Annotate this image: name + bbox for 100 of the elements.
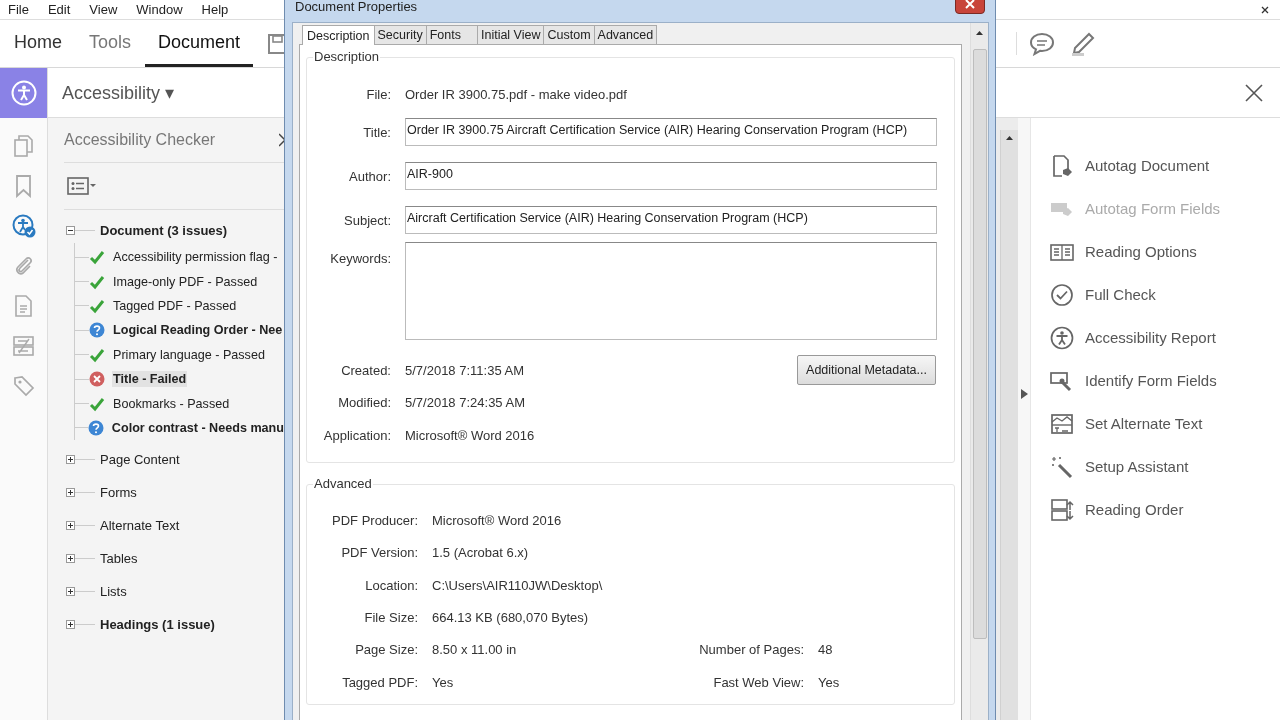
- metadata-button[interactable]: Additional Metadata...: [797, 355, 936, 386]
- menu-item[interactable]: Window: [136, 2, 183, 17]
- reading-order-icon: [1050, 497, 1074, 522]
- scrollbar[interactable]: [1000, 130, 1018, 720]
- pen-icon[interactable]: [1069, 31, 1095, 56]
- tool-item[interactable]: Autotag Document: [1031, 144, 1280, 187]
- tree-item[interactable]: Title - Failed: [112, 371, 188, 388]
- tree-item[interactable]: Bookmarks - Passed: [112, 395, 231, 412]
- scrollbar[interactable]: [970, 23, 988, 720]
- expand-icon[interactable]: [66, 488, 75, 498]
- field-label: Fast Web View:: [712, 674, 804, 690]
- tool-item[interactable]: Accessibility Report: [1031, 316, 1280, 359]
- field-label: File:: [365, 86, 391, 102]
- tool-item[interactable]: Set Alternate Text: [1031, 402, 1280, 445]
- expand-icon[interactable]: [66, 521, 75, 531]
- dialog-tab[interactable]: Custom: [543, 25, 595, 44]
- question-icon: [87, 419, 104, 436]
- field-label: Modified:: [337, 395, 391, 411]
- tool-item[interactable]: Setup Assistant: [1031, 445, 1280, 488]
- group-title: Description: [313, 49, 381, 64]
- field-value: 8.50 x 11.00 in: [432, 642, 518, 658]
- expand-icon[interactable]: [66, 620, 75, 630]
- text-field[interactable]: Aircraft Certification Service (AIR) Hearing Conservation Program (HCP): [405, 206, 937, 234]
- field-label: PDF Producer:: [331, 513, 418, 529]
- tree-item[interactable]: Tagged PDF - Passed: [112, 297, 238, 314]
- check-icon: [89, 273, 105, 290]
- dialog-tab[interactable]: Fonts: [425, 25, 478, 44]
- tool-item[interactable]: Identify Form Fields: [1031, 359, 1280, 402]
- dialog-tab[interactable]: Description: [302, 25, 375, 45]
- check-icon: [89, 346, 105, 363]
- field-label: Tagged PDF:: [341, 674, 418, 690]
- field-label: Application:: [322, 427, 391, 443]
- tool-item[interactable]: Full Check: [1031, 273, 1280, 316]
- tree-item[interactable]: Accessibility permission flag -: [112, 249, 279, 266]
- field-value: 5/7/2018 7:24:35 AM: [405, 395, 526, 411]
- check-icon: [89, 395, 105, 412]
- check-circle-icon: [1050, 282, 1074, 307]
- panel-title[interactable]: Accessibility ▾: [62, 81, 175, 104]
- expand-icon[interactable]: [66, 455, 75, 465]
- error-icon: [89, 371, 105, 388]
- menu-item[interactable]: Help: [201, 2, 229, 17]
- text-field[interactable]: AIR-900: [405, 162, 937, 190]
- field-label: Location:: [364, 577, 418, 593]
- expand-icon[interactable]: [66, 587, 75, 597]
- tree-item[interactable]: Document (3 issues): [100, 222, 228, 238]
- image-text-icon: [1050, 411, 1074, 436]
- dialog-tab[interactable]: Security: [373, 25, 427, 44]
- tree-item[interactable]: Color contrast - Needs manu: [110, 419, 285, 436]
- field-value: 48: [818, 642, 834, 658]
- tree-item[interactable]: Primary language - Passed: [112, 346, 266, 363]
- tree-item[interactable]: Forms: [100, 485, 137, 501]
- field-value: 5/7/2018 7:11:35 AM: [405, 362, 526, 378]
- close-icon[interactable]: [1260, 4, 1270, 15]
- collapse-icon[interactable]: [66, 225, 75, 235]
- nav-tab[interactable]: Tools: [76, 20, 145, 67]
- field-value: Order IR 3900.75.pdf - make video.pdf: [405, 86, 628, 102]
- tool-item[interactable]: Reading Order: [1031, 488, 1280, 531]
- expand-icon[interactable]: [66, 554, 75, 564]
- scroll-up-icon[interactable]: [1006, 136, 1013, 140]
- accessibility-icon: [1050, 325, 1074, 350]
- tool-item[interactable]: Reading Options: [1031, 230, 1280, 273]
- tree-item[interactable]: Image-only PDF - Passed: [112, 273, 259, 290]
- tree-item[interactable]: Logical Reading Order - Nee: [112, 322, 284, 339]
- field-label: Subject:: [343, 212, 391, 228]
- menu-item[interactable]: Edit: [47, 2, 71, 17]
- dialog-tab[interactable]: Advanced: [593, 25, 658, 44]
- accessibility-icon[interactable]: [10, 80, 37, 106]
- field-value: 664.13 KB (680,070 Bytes): [432, 610, 590, 626]
- field-label: Title:: [362, 124, 391, 140]
- magic-wand-icon: [1050, 454, 1074, 479]
- options-icon[interactable]: [67, 176, 97, 196]
- close-icon: [965, 0, 975, 9]
- field-label: Author:: [348, 168, 391, 184]
- field-label: PDF Version:: [340, 545, 418, 561]
- field-value: Yes: [818, 674, 841, 690]
- tree-item[interactable]: Page Content: [100, 452, 180, 468]
- document-tag-icon: [1050, 153, 1074, 178]
- field-label: File Size:: [363, 610, 418, 626]
- field-value: C:\Users\AIR110JW\Desktop\: [432, 577, 604, 593]
- menu-item[interactable]: View: [89, 2, 118, 17]
- tree-item[interactable]: Lists: [100, 584, 127, 600]
- comment-icon[interactable]: [1029, 31, 1055, 56]
- dialog-tab[interactable]: Initial View: [476, 25, 545, 44]
- close-icon[interactable]: [1244, 82, 1264, 103]
- panel-heading: Accessibility Checker: [64, 131, 217, 149]
- field-value: 1.5 (Acrobat 6.x): [432, 545, 530, 561]
- expand-panel-icon[interactable]: [1020, 389, 1028, 399]
- accessibility-check-icon[interactable]: [11, 214, 36, 238]
- question-icon: [89, 322, 105, 339]
- tree-item[interactable]: Headings (1 issue): [100, 617, 215, 633]
- tree-item[interactable]: Tables: [100, 551, 138, 567]
- scroll-up-icon[interactable]: [976, 31, 983, 35]
- tree-item[interactable]: Alternate Text: [100, 518, 180, 534]
- menu-item[interactable]: File: [8, 2, 29, 17]
- nav-tab[interactable]: Home: [1, 20, 75, 67]
- field-label: Number of Pages:: [698, 642, 804, 658]
- field-label: Keywords:: [329, 250, 391, 266]
- close-icon[interactable]: [279, 133, 285, 147]
- text-field[interactable]: Order IR 3900.75 Aircraft Certification Service (AIR) Hearing Conservation Program (HCP): [405, 118, 937, 146]
- scroll-thumb[interactable]: [972, 49, 987, 639]
